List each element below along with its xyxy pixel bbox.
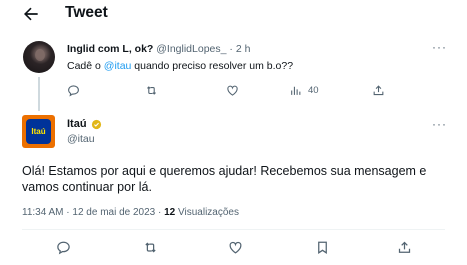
- tweet-time[interactable]: 2 h: [236, 43, 251, 55]
- tweet-actions: [0, 240, 467, 257]
- retweet-button[interactable]: [145, 83, 158, 97]
- share-icon: [398, 241, 411, 253]
- back-arrow-icon[interactable]: [20, 4, 42, 24]
- tweet-timestamp[interactable]: 11:34 AM · 12 de mai de 2023 ·: [22, 207, 164, 218]
- views-count: 12: [164, 207, 176, 218]
- retweet-icon: [147, 85, 156, 95]
- tweet-text: Olá! Estamos por aqui e queremos ajudar!…: [22, 164, 427, 194]
- avatar-logo-text: Itaú: [26, 119, 51, 144]
- like-icon: [229, 241, 242, 254]
- like-button[interactable]: [226, 83, 239, 97]
- share-icon: [373, 84, 384, 95]
- share-button[interactable]: [372, 83, 385, 97]
- tweet-text: Cadê o @itau quando preciso resolver um …: [67, 60, 294, 72]
- like-button[interactable]: [228, 240, 243, 254]
- reply-icon: [57, 241, 70, 254]
- itau-avatar[interactable]: Itaú: [22, 115, 55, 148]
- reply-icon: [68, 84, 79, 96]
- views-count: 40: [308, 84, 319, 96]
- bookmark-icon: [318, 241, 327, 254]
- retweet-button[interactable]: [143, 240, 158, 254]
- mention-link[interactable]: @itau: [104, 60, 132, 72]
- top-bar: Tweet: [0, 0, 467, 30]
- divider: [22, 229, 445, 230]
- views-icon: [291, 86, 301, 95]
- avatar[interactable]: [23, 41, 55, 73]
- page-title: Tweet: [65, 4, 108, 21]
- tweet-actions: 40: [0, 83, 467, 97]
- bookmark-button[interactable]: [315, 240, 330, 254]
- like-icon: [227, 85, 238, 96]
- more-icon[interactable]: ···: [432, 40, 447, 54]
- tweet-author-row: Itaú: [67, 118, 102, 130]
- verified-badge-icon[interactable]: [91, 119, 102, 130]
- author-name[interactable]: Itaú: [67, 118, 87, 130]
- retweet-icon: [145, 242, 156, 252]
- reply-button[interactable]: [56, 240, 71, 254]
- author-handle[interactable]: @itau: [67, 133, 95, 145]
- tweet-author-row: Inglid com L, ok? @InglidLopes_ · 2 h: [67, 43, 250, 55]
- share-button[interactable]: [397, 240, 412, 254]
- author-handle[interactable]: @InglidLopes_: [156, 43, 226, 55]
- tweet-metadata: 11:34 AM · 12 de mai de 2023 · 12 Visual…: [22, 207, 239, 218]
- more-icon[interactable]: ···: [432, 117, 447, 131]
- author-name[interactable]: Inglid com L, ok?: [67, 43, 153, 55]
- views-button[interactable]: 40: [289, 83, 319, 97]
- views-label: Visualizações: [175, 207, 239, 218]
- reply-button[interactable]: [67, 83, 80, 97]
